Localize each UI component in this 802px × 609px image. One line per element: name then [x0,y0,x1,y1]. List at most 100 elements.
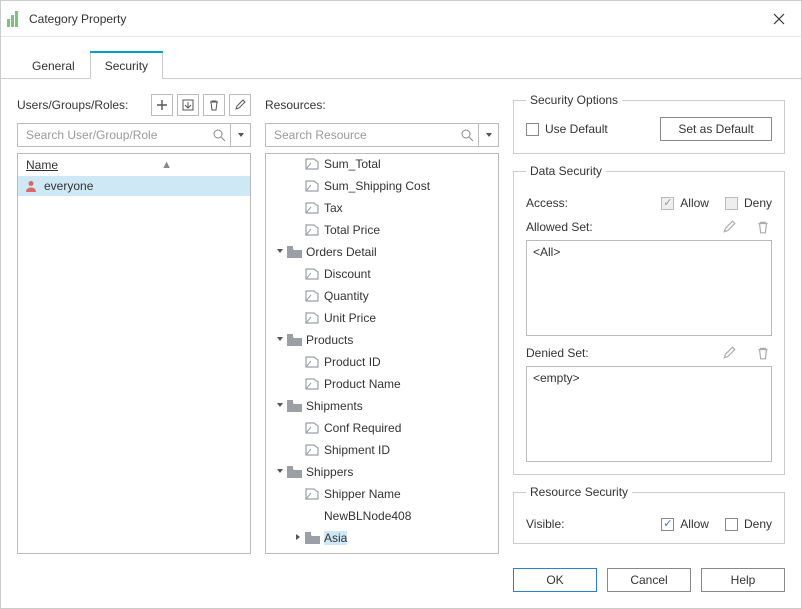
edit-button[interactable] [229,94,251,116]
dialog-footer: OK Cancel Help [1,564,801,608]
use-default-checkbox[interactable]: Use Default [526,122,608,136]
dialog-window: Category Property General Security Users… [0,0,802,609]
tab-security[interactable]: Security [90,52,163,79]
chevron-down-icon[interactable] [274,401,286,412]
tree-folder[interactable]: Orders Detail [266,241,498,263]
tree-folder[interactable]: Products [266,329,498,351]
field-icon [304,311,320,325]
tree-item[interactable]: Quantity [266,285,498,307]
visible-deny-label: Deny [744,517,772,531]
users-search-box[interactable] [17,123,231,147]
chevron-down-icon[interactable] [274,467,286,478]
tree-item[interactable]: Shipper Name [266,483,498,505]
delete-allowed-icon[interactable] [754,218,772,236]
ok-button[interactable]: OK [513,568,597,592]
allowed-set-value: <All> [533,245,560,259]
visible-allow-label: Allow [680,517,709,531]
security-options-legend: Security Options [526,93,622,107]
tree-item[interactable]: Total Price [266,219,498,241]
field-icon [304,223,320,237]
visible-deny-checkbox[interactable]: Deny [725,517,772,531]
access-deny-checkbox[interactable]: Deny [725,196,772,210]
tree-item[interactable]: Unit Price [266,307,498,329]
tree-item-label: Tax [324,201,343,215]
users-search-dropdown[interactable] [231,123,251,147]
tree-item[interactable]: Tax [266,197,498,219]
close-icon[interactable] [765,5,793,33]
users-list: everyone [18,176,250,553]
folder-icon [286,333,302,347]
tree-folder[interactable]: Shippers [266,461,498,483]
tree-item-label: Product ID [324,355,381,369]
access-label: Access: [526,196,568,210]
visible-allow-checkbox[interactable]: Allow [661,517,709,531]
field-icon [304,487,320,501]
tree-item[interactable]: Product ID [266,351,498,373]
resources-search-dropdown[interactable] [479,123,499,147]
delete-button[interactable] [203,94,225,116]
resources-search-box[interactable] [265,123,479,147]
field-icon [304,157,320,171]
options-column: Security Options Use Default Set as Defa… [513,93,785,554]
import-button[interactable] [177,94,199,116]
delete-denied-icon[interactable] [754,344,772,362]
cancel-button[interactable]: Cancel [607,568,691,592]
edit-allowed-icon[interactable] [720,218,738,236]
resource-tree[interactable]: Sum_Total Sum_Shipping Cost Tax Total Price… [266,154,498,553]
folder-icon [286,245,302,259]
denied-set-box[interactable]: <empty> [526,366,772,462]
resource-security-group: Resource Security Visible: Allow Deny [513,485,785,544]
tree-item-label: Sum_Total [324,157,381,171]
data-security-legend: Data Security [526,164,606,178]
resource-security-legend: Resource Security [526,485,632,499]
denied-set-label: Denied Set: [526,346,589,360]
users-list-header[interactable]: Name ▲ [18,154,250,176]
resources-title: Resources: [265,98,326,112]
tree-folder[interactable]: Asia [266,527,498,549]
tab-bar: General Security [1,37,801,79]
users-panel: Name ▲ everyone [17,153,251,554]
chevron-down-icon[interactable] [274,335,286,346]
tree-item[interactable]: Sum_Shipping Cost [266,175,498,197]
folder-icon [286,465,302,479]
tree-folder[interactable]: Shipments [266,395,498,417]
tree-item[interactable]: Product Name [266,373,498,395]
tree-item[interactable]: NewBLNode408 [266,505,498,527]
set-as-default-button[interactable]: Set as Default [660,117,772,141]
folder-icon [304,531,320,545]
use-default-label: Use Default [545,122,608,136]
access-allow-label: Allow [680,196,709,210]
tree-item-label: Shippers [306,465,353,479]
tree-item-label: Orders Detail [306,245,377,259]
tree-item-label: Shipper Name [324,487,401,501]
chevron-down-icon[interactable] [274,247,286,258]
allowed-set-label: Allowed Set: [526,220,593,234]
field-icon [304,179,320,193]
access-deny-label: Deny [744,196,772,210]
list-item[interactable]: everyone [18,176,250,196]
resources-search-input[interactable] [272,127,456,143]
person-icon [24,179,38,193]
app-icon [7,11,23,27]
allowed-set-box[interactable]: <All> [526,240,772,336]
tree-item[interactable]: Sum_Total [266,154,498,175]
tree-item-label: Discount [324,267,371,281]
window-title: Category Property [29,12,126,26]
search-icon [460,128,474,142]
tab-general[interactable]: General [17,52,90,79]
help-button[interactable]: Help [701,568,785,592]
tree-item[interactable]: Discount [266,263,498,285]
access-allow-checkbox[interactable]: Allow [661,196,709,210]
tree-item[interactable]: Shipment ID [266,439,498,461]
tree-item-label: Product Name [324,377,401,391]
field-icon [304,289,320,303]
field-icon [304,421,320,435]
data-security-group: Data Security Access: Allow Deny [513,164,785,475]
add-button[interactable] [151,94,173,116]
users-search-input[interactable] [24,127,208,143]
tree-item-label: Shipments [306,399,363,413]
field-icon [304,355,320,369]
chevron-right-icon[interactable] [292,533,304,544]
tree-item[interactable]: Conf Required [266,417,498,439]
edit-denied-icon[interactable] [720,344,738,362]
